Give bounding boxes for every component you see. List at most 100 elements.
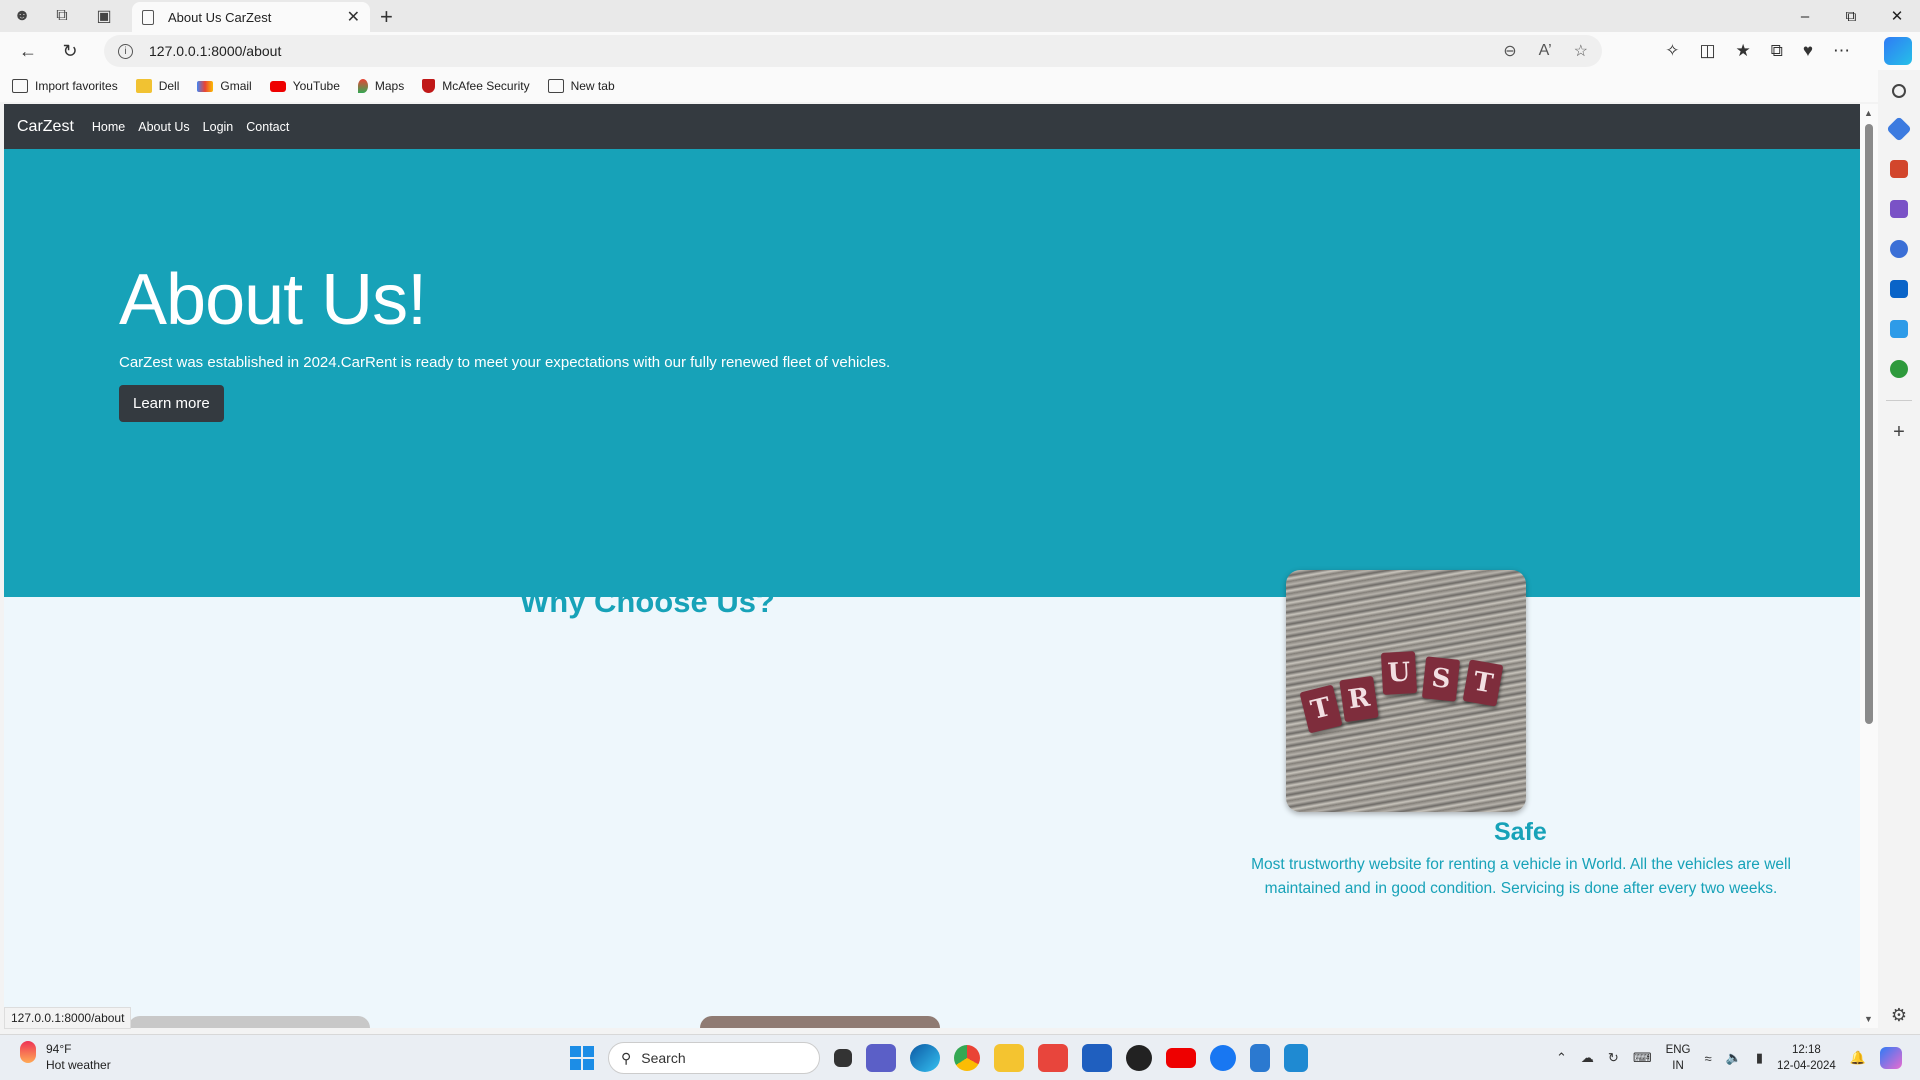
search-placeholder: Search (641, 1050, 686, 1066)
scroll-thumb[interactable] (1865, 124, 1873, 724)
nav-link-about[interactable]: About Us (138, 120, 189, 134)
thermometer-icon (20, 1041, 36, 1063)
collections-icon[interactable]: ⧉ (1771, 41, 1783, 61)
tab-actions-icon[interactable]: ▣ (84, 0, 124, 32)
windows-taskbar: 94°F Hot weather ⚲ Search ⌃ ☁ ↻ ⌨ ENG IN… (0, 1034, 1920, 1080)
task-view-icon[interactable] (834, 1049, 852, 1067)
bookmarks-bar: Import favorites Dell Gmail YouTube Maps… (0, 70, 1880, 102)
url-text[interactable]: 127.0.0.1:8000/about (149, 43, 281, 59)
browser-essentials-icon[interactable]: ♥ (1803, 41, 1813, 61)
microsoft365-icon[interactable] (1890, 240, 1908, 258)
favorite-star-icon[interactable]: ☆ (1574, 41, 1588, 61)
refresh-button[interactable]: ↻ (52, 35, 88, 67)
drop-icon[interactable] (1890, 320, 1908, 338)
add-sidebar-app-icon[interactable]: + (1893, 422, 1905, 442)
sidebar-settings-icon[interactable]: ⚙ (1891, 1005, 1907, 1026)
copilot-icon[interactable] (1884, 37, 1912, 65)
back-button[interactable]: ← (10, 35, 46, 67)
newtab-icon (547, 79, 564, 93)
bookmark-gmail[interactable]: Gmail (197, 79, 252, 93)
youtube-app-icon[interactable] (1166, 1048, 1196, 1068)
tree-icon[interactable] (1890, 360, 1908, 378)
why-choose-heading: Why Choose Us? (520, 584, 775, 619)
search-icon: ⚲ (621, 1049, 632, 1066)
bookmark-youtube[interactable]: YouTube (269, 79, 340, 93)
wifi-icon[interactable]: ≈ (1705, 1051, 1712, 1066)
window-titlebar: ☻ ⧉ ▣ About Us CarZest ✕ + – ⧉ ✕ (0, 0, 1920, 32)
hero-section: About Us! CarZest was established in 202… (4, 149, 1860, 597)
clock[interactable]: 12:18 12-04-2024 (1777, 1042, 1836, 1074)
copilot-taskbar-icon[interactable] (1880, 1047, 1902, 1069)
chrome-icon[interactable] (954, 1045, 980, 1071)
battery-icon[interactable]: ▮ (1756, 1050, 1763, 1066)
volume-icon[interactable]: 🔈 (1726, 1050, 1742, 1066)
store-icon[interactable] (1082, 1044, 1112, 1072)
bookmark-maps[interactable]: Maps (357, 79, 404, 93)
partial-card-image-middle (700, 1016, 940, 1028)
tools-icon[interactable] (1890, 160, 1908, 178)
close-tab-icon[interactable]: ✕ (347, 7, 360, 27)
dell-icon[interactable] (1126, 1045, 1152, 1071)
bookmark-new-tab[interactable]: New tab (547, 79, 615, 93)
bookmark-dell[interactable]: Dell (135, 79, 179, 93)
start-button[interactable] (570, 1046, 594, 1070)
page-scrollbar[interactable]: ▲ ▼ (1860, 104, 1878, 1028)
nav-link-login[interactable]: Login (203, 120, 234, 134)
games-icon[interactable] (1890, 200, 1908, 218)
bookmark-mcafee[interactable]: McAfee Security (422, 79, 530, 93)
split-screen-icon[interactable]: ◫ (1699, 41, 1715, 61)
site-info-icon[interactable]: i (118, 43, 133, 59)
scroll-down-arrow[interactable]: ▼ (1864, 1014, 1873, 1024)
browser-toolbar: ← ↻ i 127.0.0.1:8000/about ⊖ A’ ☆ ✧ ◫ ★ … (0, 32, 1920, 70)
learn-more-button[interactable]: Learn more (119, 385, 224, 422)
trust-image: T R U S T (1286, 570, 1526, 812)
notifications-icon[interactable]: 🔔 (1850, 1050, 1866, 1066)
import-icon (12, 79, 28, 93)
site-brand[interactable]: CarZest (17, 118, 74, 136)
facebook-icon[interactable] (1210, 1045, 1236, 1071)
edge-icon[interactable] (910, 1044, 940, 1072)
sync-icon[interactable]: ↻ (1608, 1050, 1619, 1066)
workspaces-icon[interactable]: ⧉ (42, 0, 82, 32)
extensions-icon[interactable]: ✧ (1665, 41, 1679, 61)
network-app-icon[interactable]: ☁ (1581, 1050, 1594, 1066)
shopping-icon[interactable] (1886, 116, 1912, 142)
show-hidden-icons[interactable]: ⌃ (1556, 1050, 1567, 1066)
system-tray: ⌃ ☁ ↻ ⌨ ENG IN ≈ 🔈 ▮ 12:18 12-04-2024 🔔 (1556, 1041, 1902, 1075)
weather-temp: 94°F (46, 1042, 72, 1056)
git-app-icon[interactable] (1038, 1044, 1068, 1072)
new-tab-button[interactable]: + (380, 4, 393, 30)
zoom-icon[interactable]: ⊖ (1503, 41, 1516, 61)
weather-widget[interactable]: 94°F Hot weather (20, 1041, 111, 1073)
keyboard-icon[interactable]: ⌨ (1633, 1050, 1652, 1066)
active-tab[interactable]: About Us CarZest ✕ (132, 2, 370, 32)
address-bar[interactable]: i 127.0.0.1:8000/about ⊖ A’ ☆ (104, 35, 1602, 67)
notepad-icon[interactable] (1250, 1044, 1270, 1072)
vscode-icon[interactable] (1284, 1044, 1308, 1072)
restore-button[interactable]: ⧉ (1828, 0, 1874, 32)
taskbar-search[interactable]: ⚲ Search (608, 1042, 820, 1074)
more-menu-icon[interactable]: ⋯ (1833, 41, 1850, 61)
teams-icon[interactable] (866, 1044, 896, 1072)
status-bar-url: 127.0.0.1:8000/about (4, 1007, 132, 1029)
feature-title: Safe (1494, 818, 1547, 846)
search-icon[interactable] (1892, 84, 1906, 98)
profile-icon[interactable]: ☻ (2, 0, 42, 32)
sidebar-divider (1886, 400, 1912, 401)
nav-link-contact[interactable]: Contact (246, 120, 289, 134)
trust-tile-r: R (1339, 675, 1379, 723)
scroll-up-arrow[interactable]: ▲ (1864, 108, 1873, 118)
file-explorer-icon[interactable] (994, 1044, 1024, 1072)
language-indicator[interactable]: ENG IN (1666, 1042, 1691, 1074)
close-window-button[interactable]: ✕ (1874, 0, 1920, 32)
read-aloud-icon[interactable]: A’ (1539, 42, 1552, 60)
minimize-button[interactable]: – (1782, 0, 1828, 32)
favorites-icon[interactable]: ★ (1736, 41, 1751, 61)
outlook-icon[interactable] (1890, 280, 1908, 298)
nav-link-home[interactable]: Home (92, 120, 125, 134)
gmail-icon (197, 80, 214, 92)
maps-icon (357, 79, 368, 93)
bookmark-import-favorites[interactable]: Import favorites (12, 79, 118, 93)
site-navbar: CarZest Home About Us Login Contact (4, 104, 1860, 149)
hero-text: CarZest was established in 2024.CarRent … (119, 354, 891, 371)
